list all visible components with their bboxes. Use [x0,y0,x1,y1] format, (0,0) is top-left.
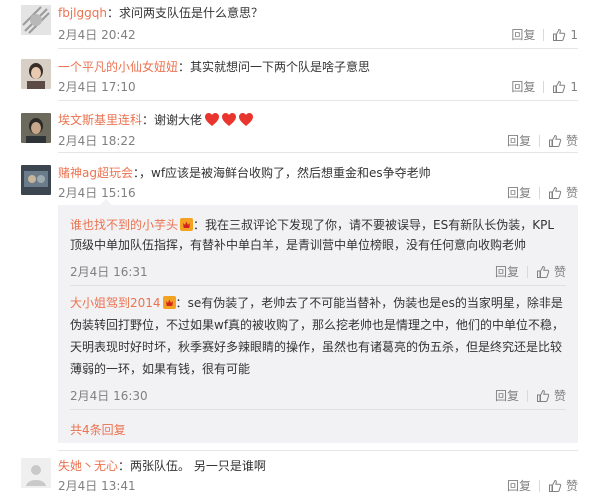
thumbs-up-icon [548,186,562,199]
action-separator [543,81,545,93]
avatar-image [21,165,51,195]
comment-text: 求问两支队伍是什么意思？ [118,6,263,20]
action-separator [538,135,540,147]
reply-text-line: 顶级中单加队伍指挥，有替补中单白羊，是青训营中单位榜眼，没有任何意向收购老帅 [70,238,527,252]
reply-username[interactable]: 大小姐驾到2014 [70,296,161,310]
reply-button[interactable]: 回复 [495,263,519,280]
divider [58,100,578,101]
reply-label: 回复 [506,479,531,493]
comment-time: 2月4日 13:41 [58,479,136,493]
like-button[interactable]: 1 [552,79,578,95]
like-count: 1 [570,28,578,42]
reply-button[interactable]: 回复 [507,478,531,494]
like-button[interactable]: 赞 [536,387,566,404]
avatar[interactable] [21,113,51,143]
divider [58,450,578,451]
reply-text-line: se有伪装了，老帅去了不可能当替补，伪装也是es的当家明星，除非是 [187,296,563,310]
avatar-image [21,113,51,143]
comment-username[interactable]: 失她丶无心 [58,459,118,473]
divider [58,152,578,153]
like-button[interactable]: 赞 [548,478,578,494]
reply-button[interactable]: 回复 [511,79,535,95]
comment-username[interactable]: fbjlggqh [58,6,107,20]
member-badge-icon [162,294,176,309]
like-label: 赞 [565,479,578,493]
thumbs-up-icon [536,265,550,278]
nested-replies: 谁也找不到的小芋头 ：我在三叔评论下发现了你，请不要被误导，ES有新队长伪装，KP… [58,205,578,443]
like-label: 赞 [565,186,578,200]
reply-label: 回复 [506,186,531,200]
avatar-image [21,59,51,89]
reply-button[interactable]: 回复 [511,27,535,43]
comment-time: 2月4日 15:16 [58,186,136,200]
avatar[interactable] [21,458,51,488]
avatar[interactable] [21,59,51,89]
reply-button[interactable]: 回复 [507,133,531,149]
reply-username[interactable]: 谁也找不到的小芋头 [70,218,178,232]
comment-username[interactable]: 埃文斯基里连科 [58,113,142,127]
reply-item: 谁也找不到的小芋头 ：我在三叔评论下发现了你，请不要被误导，ES有新队长伪装，KP… [70,215,566,255]
divider [70,409,566,410]
like-button[interactable]: 赞 [548,185,578,201]
thumbs-up-icon [536,389,550,402]
like-count: 1 [570,80,578,94]
action-separator [543,29,545,41]
like-button[interactable]: 赞 [536,263,566,280]
separator: ： [106,6,119,20]
comment-time: 2月4日 17:10 [58,80,136,94]
avatar-image [21,458,51,488]
thumbs-up-icon [548,479,562,492]
reply-label: 回复 [511,80,536,94]
heart-icon [205,113,220,126]
reply-button[interactable]: 回复 [507,185,531,201]
reply-text-line: 薄弱的一环，如果有钱，很有可能 [70,362,251,376]
reply-label: 回复 [494,389,519,403]
reply-text-line: 天明表现时好时坏，秋季赛好多辣眼睛的操作，虽然也有诸葛亮的伪五杀，但是终究还是比… [70,340,563,354]
like-button[interactable]: 赞 [548,133,578,149]
heart-icon [222,113,237,126]
hearts-emoji [204,112,255,127]
comment-time: 2月4日 18:22 [58,134,136,148]
divider [58,48,578,49]
reply-time: 2月4日 16:31 [70,265,148,279]
separator: ： [142,113,155,127]
member-badge-icon [180,217,194,231]
action-separator [538,187,540,199]
avatar-image [21,5,51,35]
like-label: 赞 [553,265,566,279]
comment-text: ，wf应该是被海鲜台收购了，然后想重金和es争夺老帅 [139,166,431,180]
more-replies-link[interactable]: 共4条回复 [70,421,126,438]
comment-text: 两张队伍。 另一只是谁啊 [130,459,266,473]
thumbs-up-icon [553,80,566,93]
comment-text: 其实就想问一下两个队是啥子意思 [190,60,371,74]
reply-text-line: 伪装转回打野位，不过如果wf真的被收购了，那么挖老帅也是情理之中，他们的中单位不… [70,318,565,332]
like-label: 赞 [553,389,566,403]
action-separator [526,265,528,278]
thumbs-up-icon [548,134,562,147]
separator: ： [178,60,191,74]
heart-icon [239,113,254,126]
action-separator [538,480,540,492]
reply-label: 回复 [506,134,531,148]
separator: ： [193,218,206,232]
avatar[interactable] [21,5,51,35]
like-label: 赞 [565,134,578,148]
reply-time: 2月4日 16:30 [70,389,148,403]
comment-username[interactable]: 赌神ag超玩会 [58,166,133,180]
reply-item: 大小姐驾到2014 ：se有伪装了，老帅去了不可能当替补，伪装也是es的当家明星，… [70,292,566,380]
action-separator [526,389,528,402]
like-button[interactable]: 1 [552,27,578,43]
reply-text-line: 我在三叔评论下发现了你，请不要被误导，ES有新队长伪装，KPL [205,218,555,232]
separator: ： [175,296,188,310]
comment-text: 谢谢大佬 [154,113,203,127]
divider [70,285,566,286]
avatar[interactable] [21,165,51,195]
reply-label: 回复 [494,265,519,279]
reply-button[interactable]: 回复 [495,387,519,404]
thumbs-up-icon [553,28,566,41]
comment-time: 2月4日 20:42 [58,28,136,42]
separator: ： [118,459,131,473]
reply-label: 回复 [511,28,536,42]
comment-username[interactable]: 一个平凡的小仙女妞妞 [58,60,178,74]
